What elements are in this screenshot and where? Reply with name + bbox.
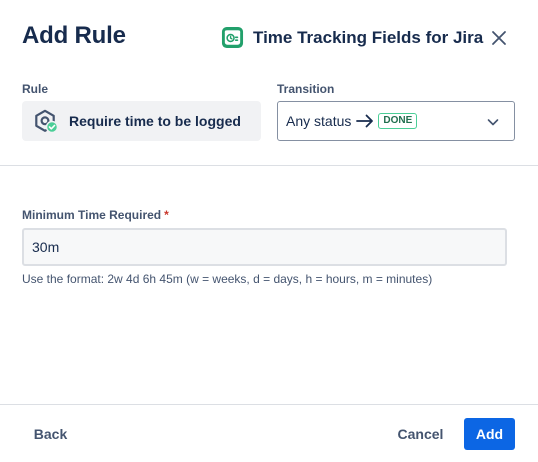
transition-from-status: Any status: [286, 113, 352, 129]
section-divider: [0, 165, 538, 166]
close-icon: [492, 31, 506, 45]
close-button[interactable]: [487, 26, 511, 50]
chevron-down-icon: [487, 119, 499, 126]
time-tracking-app-icon: [221, 26, 244, 49]
status-lozenge-done: DONE: [378, 113, 418, 129]
rule-label: Rule: [22, 82, 49, 96]
min-time-label-text: Minimum Time Required: [22, 208, 162, 222]
app-badge: Time Tracking Fields for Jira: [221, 26, 483, 49]
add-rule-modal: Add Rule Time Tracking Fields for Jira R…: [0, 0, 538, 462]
transition-label: Transition: [277, 82, 335, 96]
rule-name: Require time to be logged: [69, 113, 241, 129]
cancel-button[interactable]: Cancel: [385, 418, 456, 450]
modal-title: Add Rule: [22, 22, 126, 49]
app-name: Time Tracking Fields for Jira: [253, 27, 484, 47]
add-button[interactable]: Add: [464, 418, 515, 450]
hexagon-check-icon: [35, 109, 58, 133]
footer-divider: [0, 404, 538, 405]
required-asterisk: *: [164, 208, 169, 222]
min-time-label: Minimum Time Required *: [22, 208, 169, 222]
format-help-text: Use the format: 2w 4d 6h 45m (w = weeks,…: [22, 272, 433, 286]
rule-display: Require time to be logged: [22, 101, 261, 141]
back-button[interactable]: Back: [22, 418, 79, 450]
transition-select[interactable]: Any status DONE: [277, 101, 515, 141]
arrow-right-icon: [356, 114, 374, 128]
min-time-input[interactable]: [22, 228, 507, 266]
